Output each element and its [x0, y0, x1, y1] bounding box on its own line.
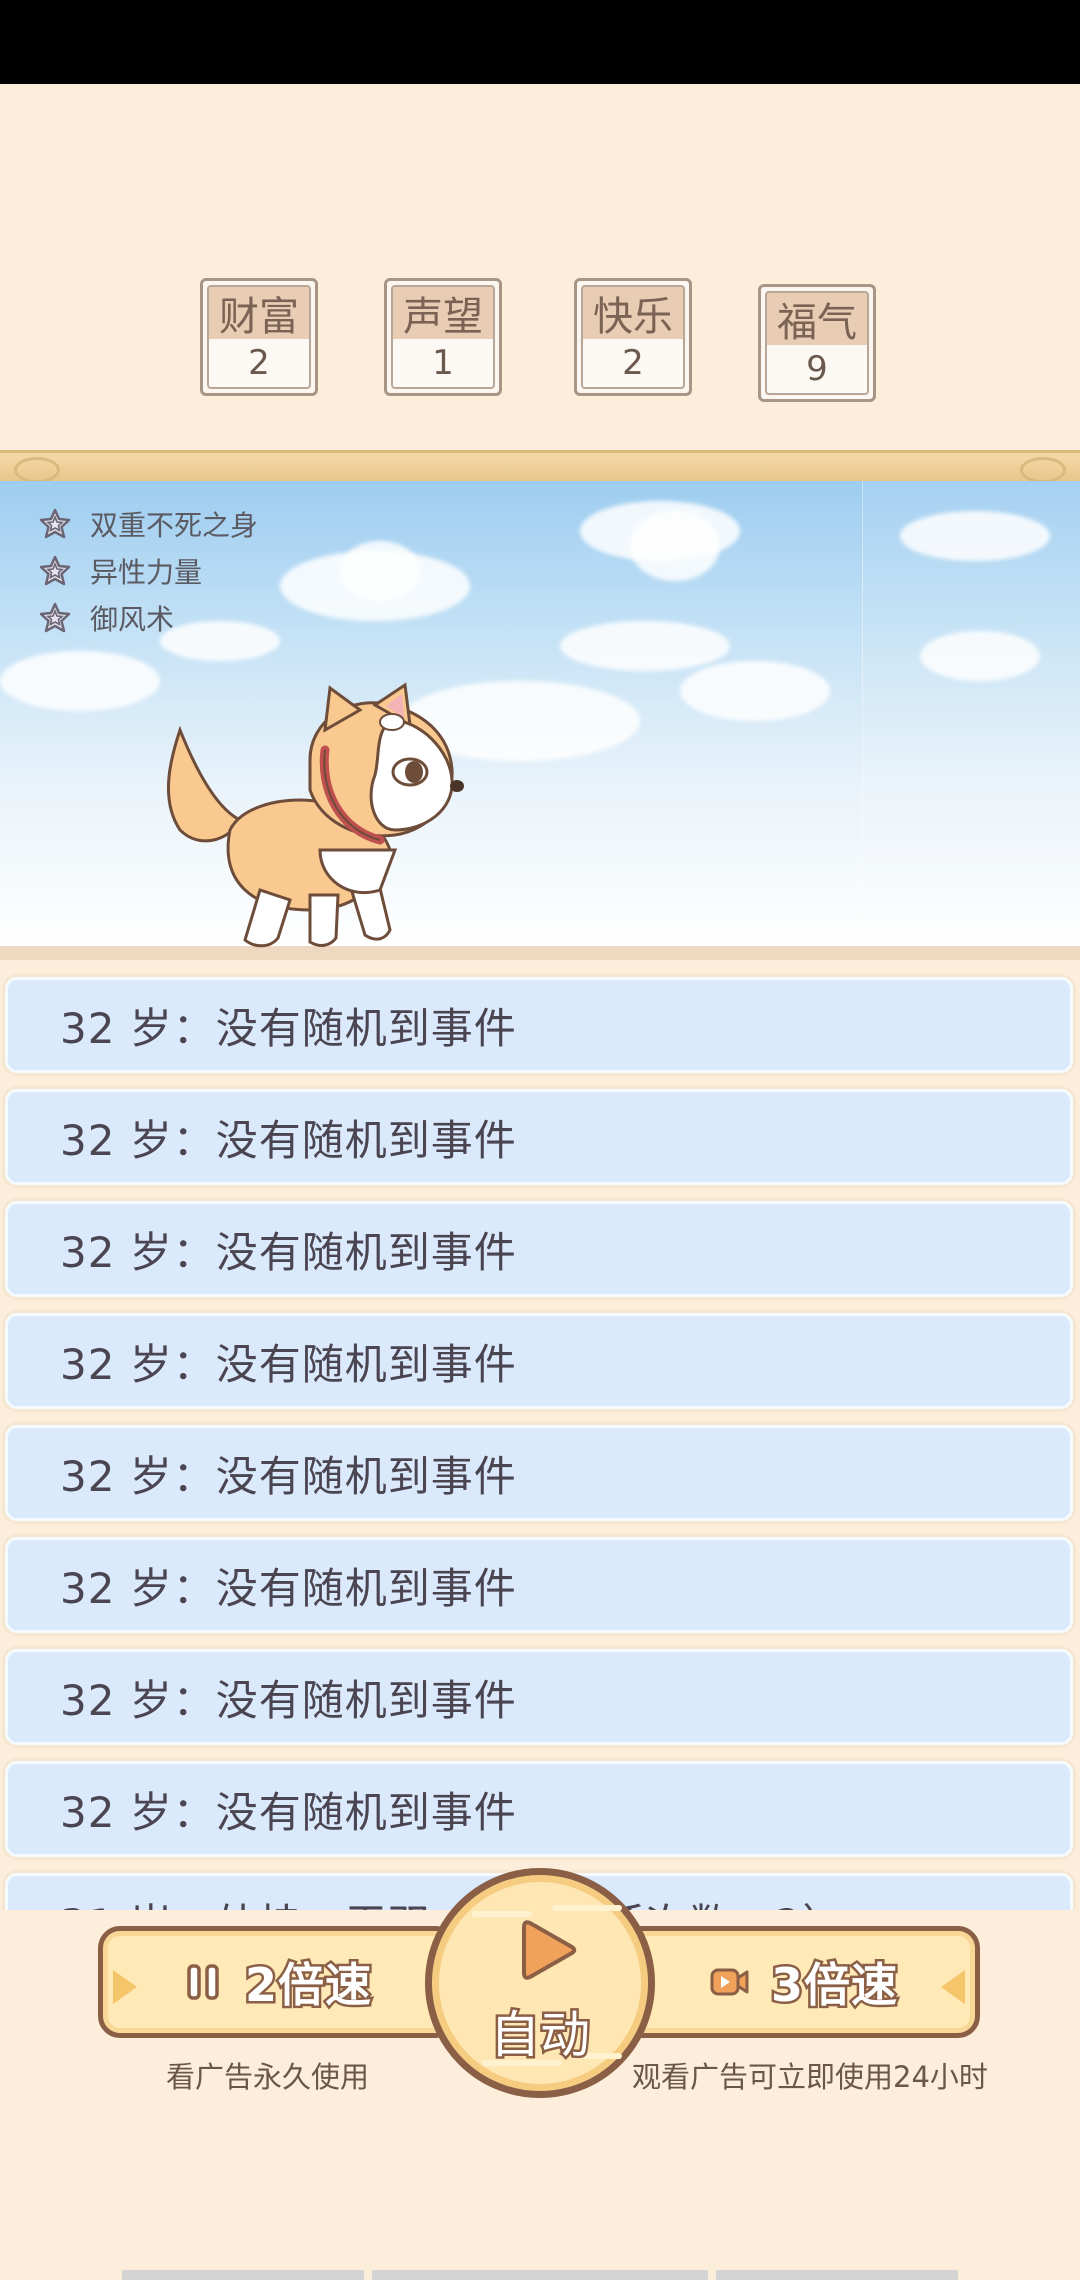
speed-3x-label: 3倍速 — [768, 1956, 899, 2015]
event-item: 32 岁：没有随机到事件 — [5, 1761, 1073, 1857]
stats-panel: 财富 2 声望 1 快乐 2 福气 9 — [0, 278, 1080, 408]
star-badge-icon — [39, 602, 71, 632]
arrow-left-decoration — [113, 1970, 137, 2004]
talent-item: 异性力量 — [38, 547, 258, 594]
speed-3x-button[interactable]: 3倍速 — [620, 1926, 980, 2038]
stat-label: 声望 — [393, 287, 493, 340]
video-camera-icon — [710, 1968, 749, 1996]
stat-label: 财富 — [209, 287, 309, 340]
event-item: 32 岁：没有随机到事件 — [5, 1425, 1073, 1521]
auto-play-label: 自动 — [488, 2004, 593, 2067]
pause-icon — [187, 1964, 219, 2000]
stat-label: 福气 — [767, 293, 867, 346]
stat-card-reputation: 声望 1 — [384, 278, 502, 396]
bottom-tab[interactable] — [716, 2270, 958, 2280]
speed-2x-label: 2倍速 — [242, 1956, 373, 2015]
speed-3x-caption: 观看广告可立即使用24小时 — [632, 2060, 988, 2094]
stat-card-fortune: 福气 9 — [758, 284, 876, 402]
talent-name: 异性力量 — [90, 555, 203, 589]
event-item: 32 岁：没有随机到事件 — [5, 1089, 1073, 1185]
shiba-dog-character — [167, 682, 464, 948]
stat-card-wealth: 财富 2 — [200, 278, 318, 396]
event-item: 32 岁：没有随机到事件 — [5, 977, 1073, 1073]
bottom-tab[interactable] — [372, 2270, 708, 2280]
speed-2x-caption: 看广告永久使用 — [166, 2060, 370, 2094]
talent-name: 御风术 — [90, 602, 175, 636]
arrow-right-decoration — [941, 1970, 965, 2004]
stat-value: 2 — [209, 339, 309, 387]
stat-value: 1 — [393, 339, 493, 387]
event-item: 32 岁：没有随机到事件 — [5, 1537, 1073, 1633]
event-item: 32 岁：没有随机到事件 — [5, 1649, 1073, 1745]
play-icon — [522, 1920, 577, 1980]
talent-name: 双重不死之身 — [90, 508, 259, 542]
star-badge-icon — [39, 508, 71, 538]
talent-item: 双重不死之身 — [38, 500, 258, 547]
event-item: 32 岁：没有随机到事件 — [5, 1201, 1073, 1297]
stat-value: 2 — [583, 339, 683, 387]
bottom-tab[interactable] — [122, 2270, 364, 2280]
talent-list: 双重不死之身 异性力量 御风术 — [38, 500, 258, 641]
star-badge-icon — [39, 555, 71, 585]
stat-label: 快乐 — [583, 287, 683, 340]
event-log[interactable]: 32 岁：没有随机到事件 32 岁：没有随机到事件 32 岁：没有随机到事件 3… — [0, 965, 1080, 1910]
status-bar — [0, 0, 1080, 84]
stat-card-happiness: 快乐 2 — [574, 278, 692, 396]
talent-item: 御风术 — [38, 594, 258, 641]
stat-value: 9 — [767, 345, 867, 393]
event-item: 32 岁：没有随机到事件 — [5, 1313, 1073, 1409]
speed-2x-button[interactable]: 2倍速 — [98, 1926, 458, 2038]
auto-play-button[interactable]: 自动 — [425, 1868, 655, 2098]
